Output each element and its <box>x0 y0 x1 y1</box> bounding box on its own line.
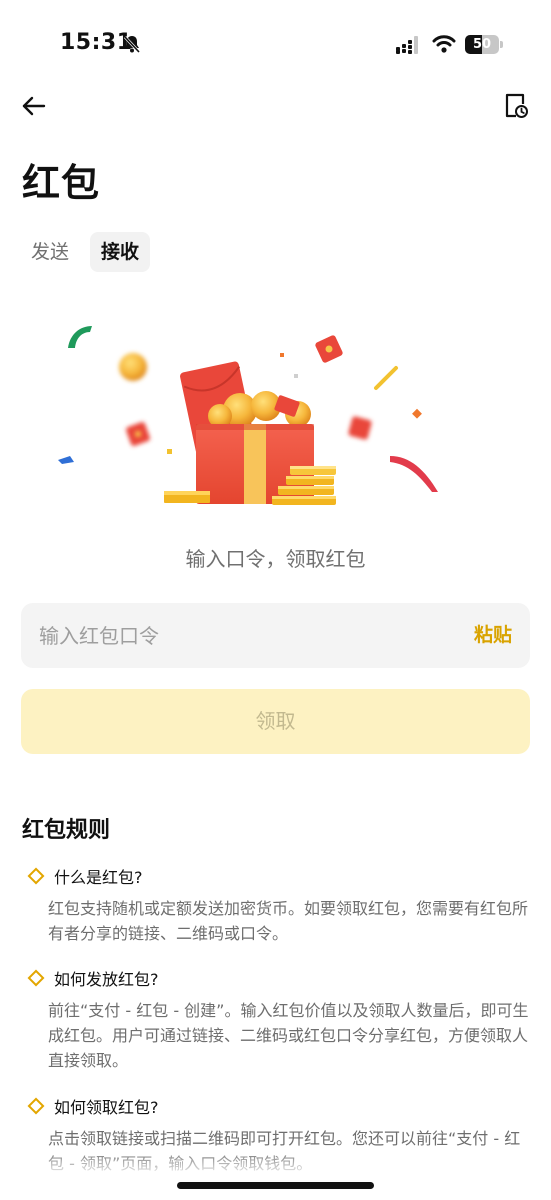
diamond-bullet-icon <box>27 1097 45 1115</box>
tab-send[interactable]: 发送 <box>20 232 80 272</box>
rules-title: 红包规则 <box>22 818 111 843</box>
tab-receive[interactable]: 接收 <box>90 232 151 272</box>
tab-bar: 发送 接收 <box>20 232 151 272</box>
faq-item: 如何发放红包? 前往“支付 - 红包 - 创建”。输入红包价值以及领取人数量后，… <box>22 966 532 1073</box>
bell-slash-icon <box>123 35 141 54</box>
page-title: 红包 <box>22 161 101 205</box>
faq-question: 如何发放红包? <box>54 970 159 989</box>
wifi-icon <box>432 35 456 53</box>
status-bar: 15:31 50 <box>0 0 551 90</box>
claim-button[interactable]: 领取 <box>21 689 530 754</box>
top-nav <box>0 88 551 124</box>
faq-item: 什么是红包? 红包支持随机或定额发送加密货币。如要领取红包，您需要有红包所有者分… <box>22 864 532 946</box>
battery-icon: 50 <box>465 35 503 54</box>
faq-answer: 红包支持随机或定额发送加密货币。如要领取红包，您需要有红包所有者分享的链接、二维… <box>48 899 529 943</box>
red-packet-code-input[interactable] <box>39 603 439 668</box>
claim-hint: 输入口令，领取红包 <box>185 547 366 571</box>
paste-button[interactable]: 粘贴 <box>474 603 512 668</box>
faq-answer: 前往“支付 - 红包 - 创建”。输入红包价值以及领取人数量后，即可生成红包。用… <box>48 1001 529 1070</box>
faq-question: 如何领取红包? <box>54 1098 159 1117</box>
document-clock-icon[interactable] <box>502 92 530 120</box>
bottom-fade <box>0 1150 551 1200</box>
signal-icon <box>396 36 418 54</box>
red-packet-illustration <box>58 326 438 505</box>
diamond-bullet-icon <box>27 867 45 885</box>
code-input-container: 粘贴 <box>21 603 530 668</box>
diamond-bullet-icon <box>27 969 45 987</box>
arrow-left-icon[interactable] <box>20 92 48 120</box>
battery-level: 50 <box>472 37 492 52</box>
home-indicator[interactable] <box>177 1182 374 1189</box>
faq-question: 什么是红包? <box>54 868 143 887</box>
